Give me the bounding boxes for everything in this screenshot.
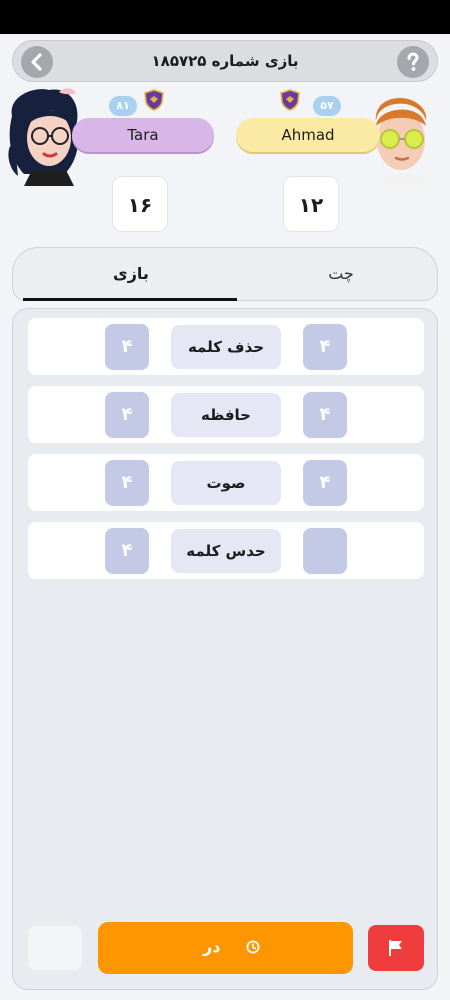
- help-button[interactable]: [397, 46, 429, 78]
- tab-chat[interactable]: چت: [281, 264, 401, 283]
- tab-bar: بازی چت: [12, 247, 438, 301]
- round-score-tara: ۴: [105, 392, 149, 438]
- player-level-ahmad: ۵۷: [313, 96, 341, 116]
- round-row: ۴ حافظه ۴: [28, 386, 424, 443]
- play-turn-label: در: [203, 937, 221, 956]
- round-score-ahmad: [303, 528, 347, 574]
- round-row: ۴ حدس کلمه: [28, 522, 424, 579]
- round-score-ahmad: ۴: [303, 460, 347, 506]
- rounds-panel: ۴ حذف کلمه ۴ ۴ حافظه ۴ ۴ صوت ۴ ۴ حدس کلم…: [12, 308, 438, 990]
- round-category: حافظه: [171, 393, 281, 437]
- clock-icon: [246, 940, 260, 954]
- flag-icon: [389, 940, 402, 956]
- round-score-tara: ۴: [105, 528, 149, 574]
- player-score-tara: ۱۶: [112, 176, 168, 232]
- player-name-ahmad: Ahmad: [236, 118, 380, 152]
- empty-slot: [28, 926, 82, 970]
- round-row: ۴ صوت ۴: [28, 454, 424, 511]
- round-row: ۴ حذف کلمه ۴: [28, 318, 424, 375]
- question-icon: [407, 52, 419, 71]
- round-category: حذف کلمه: [171, 325, 281, 369]
- round-score-ahmad: ۴: [303, 392, 347, 438]
- shield-icon: [144, 89, 164, 111]
- tab-game[interactable]: بازی: [71, 264, 191, 283]
- back-button[interactable]: [21, 46, 53, 78]
- round-score-tara: ۴: [105, 324, 149, 370]
- player-level-tara: ۸۱: [109, 96, 137, 116]
- round-category: صوت: [171, 461, 281, 505]
- round-score-tara: ۴: [105, 460, 149, 506]
- report-button[interactable]: [368, 925, 424, 971]
- status-bar: [0, 0, 450, 34]
- round-category: حدس کلمه: [171, 529, 281, 573]
- round-score-ahmad: ۴: [303, 324, 347, 370]
- play-turn-button[interactable]: در: [98, 922, 353, 974]
- active-tab-indicator: [23, 298, 237, 301]
- shield-icon: [280, 89, 300, 111]
- player-score-ahmad: ۱۲: [283, 176, 339, 232]
- chevron-left-icon: [31, 53, 42, 71]
- page-title: بازی شماره ۱۸۵۷۲۵: [151, 52, 299, 70]
- player-name-tara: Tara: [72, 118, 214, 152]
- game-header: بازی شماره ۱۸۵۷۲۵: [12, 40, 438, 82]
